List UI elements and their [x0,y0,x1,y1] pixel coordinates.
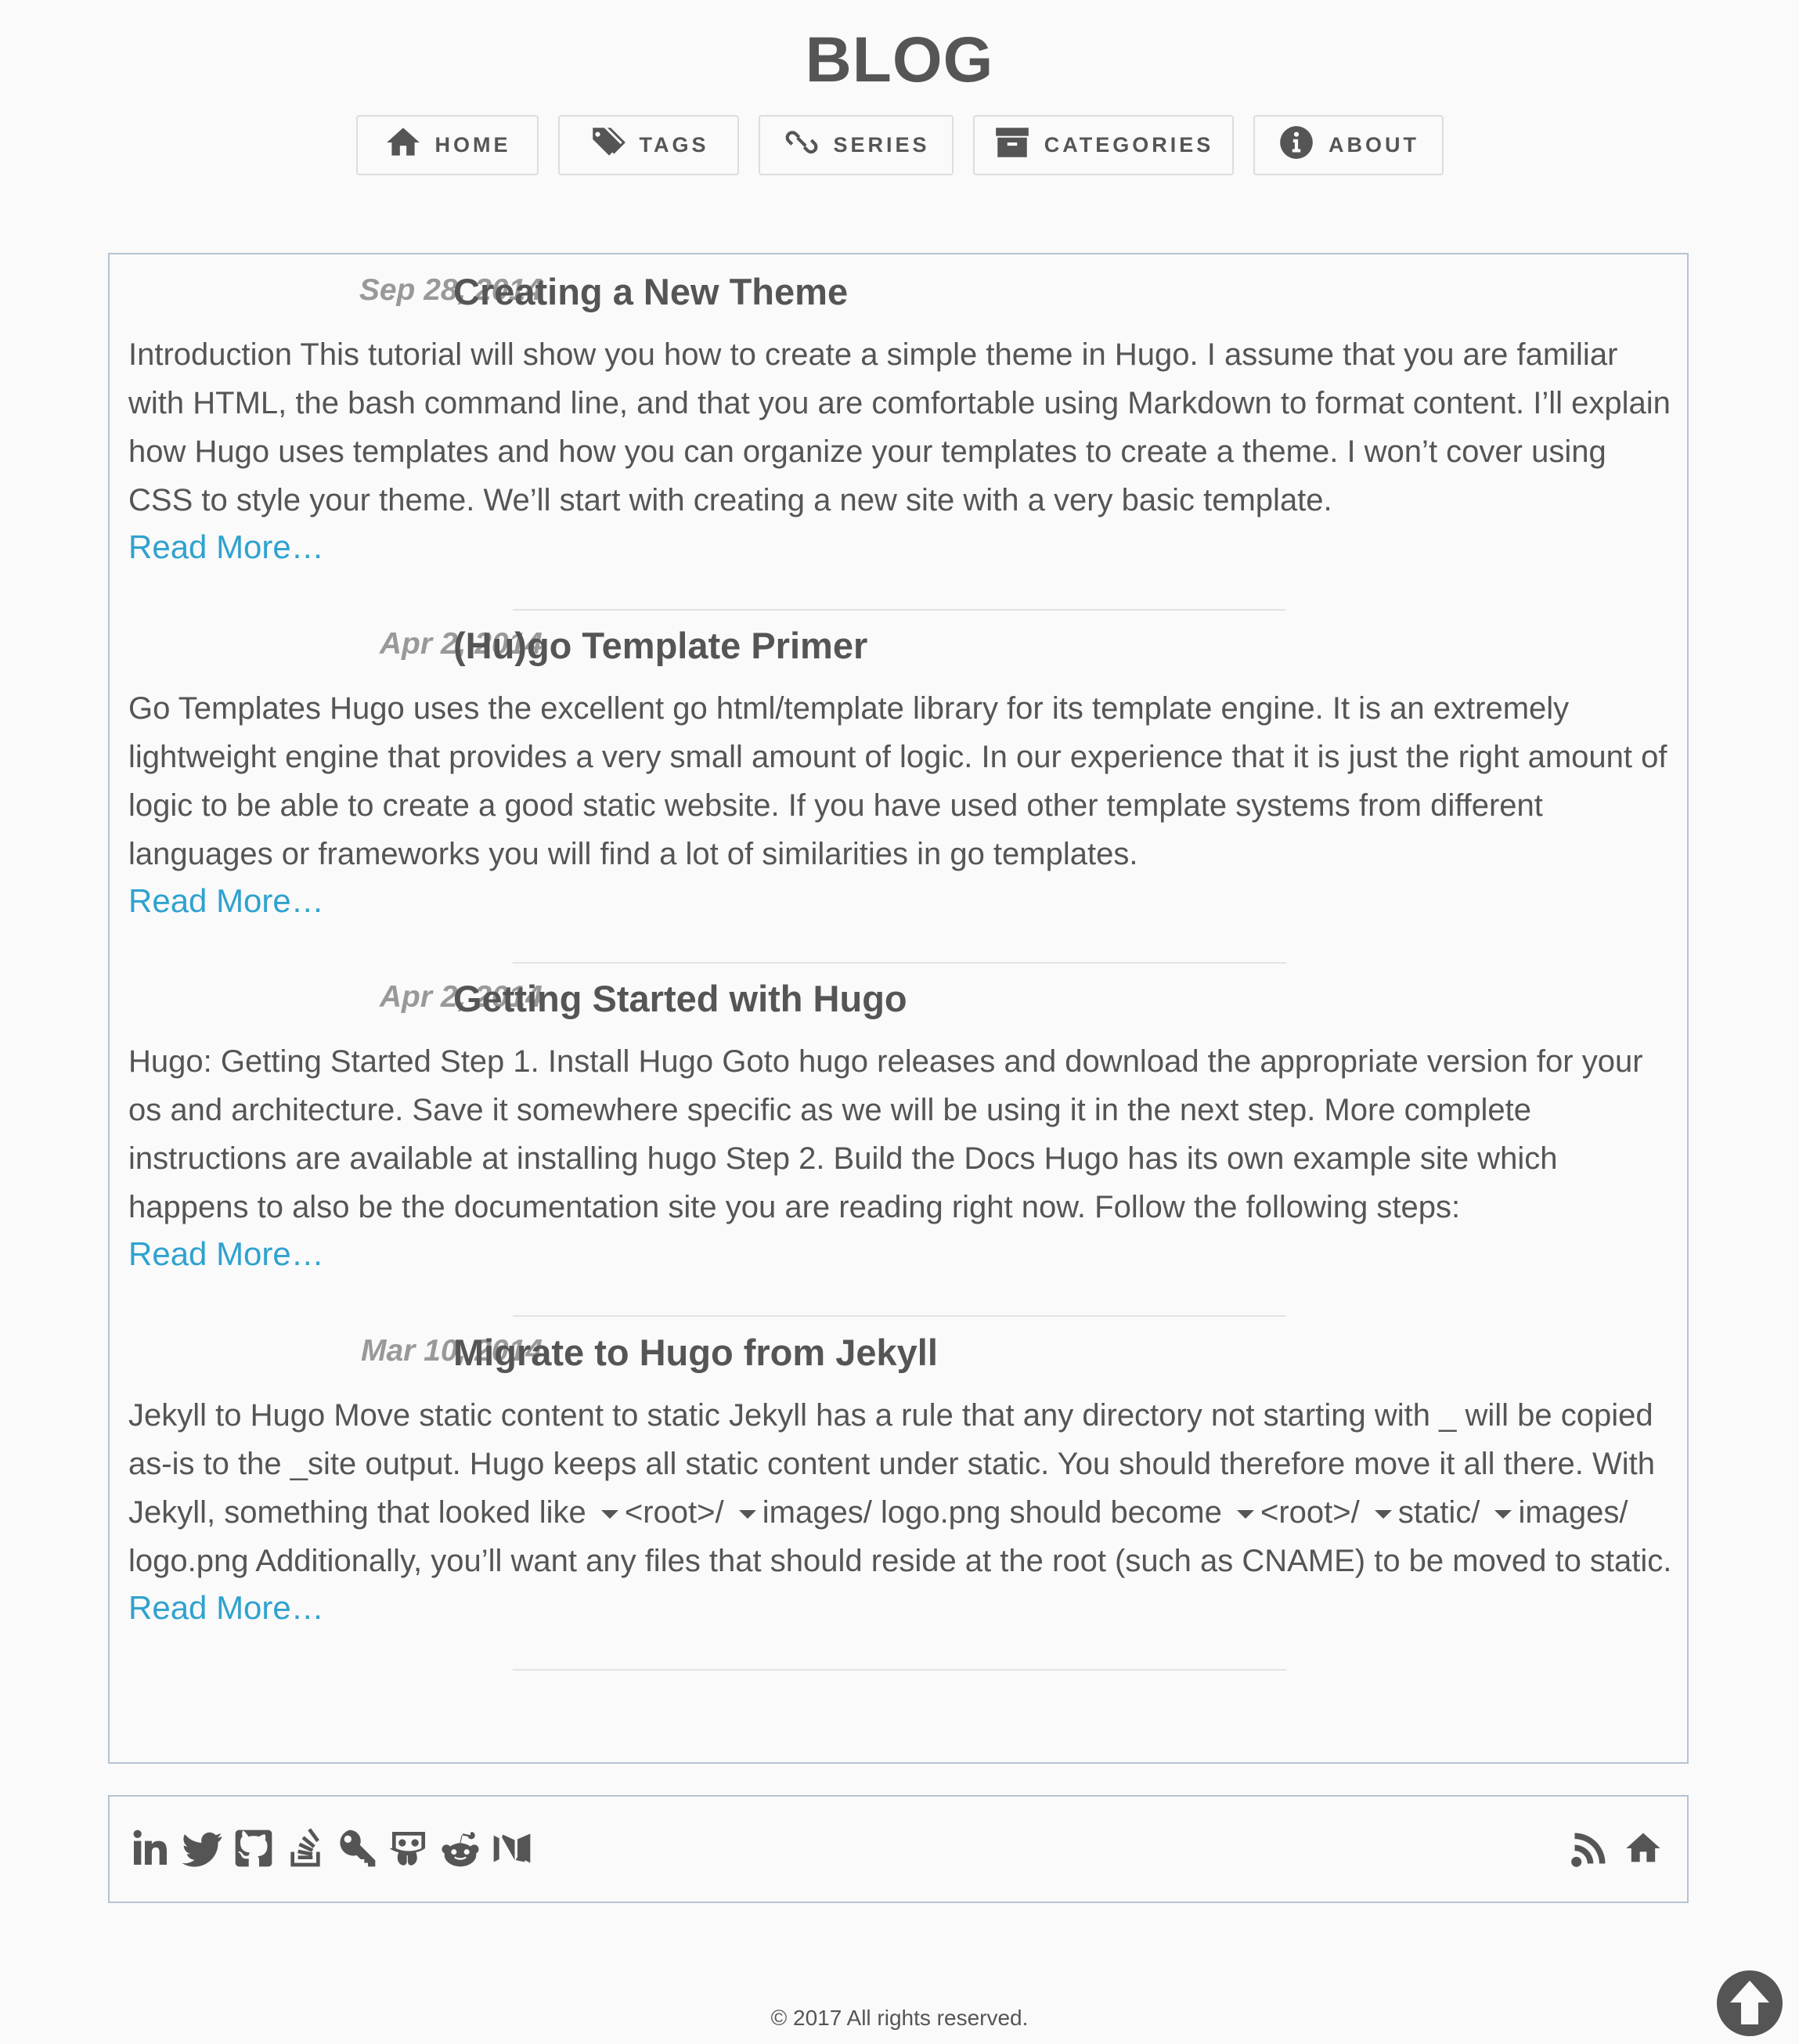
medium-icon[interactable] [490,1826,534,1870]
tags-icon [588,123,627,168]
post-summary: Introduction This tutorial will show you… [128,337,1671,517]
read-more-link[interactable]: Read More… [128,1235,324,1273]
site-title[interactable]: BLOG [0,23,1799,97]
nav-about-button[interactable]: ABOUT [1253,115,1444,175]
github-icon[interactable] [232,1826,276,1870]
nav-tags-button[interactable]: TAGS [557,115,739,175]
footer-right-links [1570,1828,1664,1869]
post-summary: Jekyll to Hugo Move static content to st… [128,1391,1675,1585]
main-nav: HOME TAGS SERIES CATEGORIES ABOUT [0,115,1799,175]
post-divider [513,962,1286,964]
caret-down-icon [1494,1509,1512,1519]
post-header: Mar 10, 2014 Migrate to Hugo from Jekyll [110,1331,1687,1381]
nav-categories-button[interactable]: CATEGORIES [972,115,1234,175]
nav-tags-label: TAGS [639,133,709,157]
read-more-link[interactable]: Read More… [128,528,324,566]
post-header: Apr 2, 2014 Getting Started with Hugo [110,977,1687,1027]
rss-icon[interactable] [1570,1828,1610,1869]
post-header: Sep 28, 2014 Creating a New Theme [110,270,1687,320]
post-summary: Hugo: Getting Started Step 1. Install Hu… [128,1044,1643,1224]
twitter-icon[interactable] [180,1826,224,1870]
caret-down-icon [738,1509,756,1519]
caret-down-icon [1374,1509,1392,1519]
home-icon[interactable] [1623,1828,1664,1869]
post-header: Apr 2, 2014 (Hu)go Template Primer [110,624,1687,674]
slideshare-icon[interactable] [387,1826,431,1870]
stackoverflow-icon[interactable] [283,1826,327,1870]
post-divider [513,1315,1286,1317]
summary-text: <root>/ [1260,1495,1360,1530]
post-title-link[interactable]: Creating a New Theme [453,270,848,313]
read-more-link[interactable]: Read More… [128,1589,324,1627]
social-links [128,1826,534,1870]
nav-home-label: HOME [434,133,511,157]
post-divider [513,609,1286,611]
reddit-icon[interactable] [438,1826,482,1870]
post-list-panel: Sep 28, 2014 Creating a New Theme Introd… [108,253,1689,1764]
nav-series-label: SERIES [833,133,930,157]
linkedin-icon[interactable] [128,1826,172,1870]
post-title-link[interactable]: (Hu)go Template Primer [453,624,867,667]
archive-icon [993,123,1032,168]
summary-text: static/ [1397,1495,1480,1530]
caret-down-icon [1236,1509,1254,1519]
nav-about-label: ABOUT [1329,133,1419,157]
nav-categories-label: CATEGORIES [1044,133,1214,157]
post-title-link[interactable]: Migrate to Hugo from Jekyll [453,1331,938,1374]
home-icon [384,123,423,168]
post-divider [513,1669,1286,1671]
caret-down-icon [600,1509,618,1519]
copyright-text: © 2017 All rights reserved. [770,2006,1029,2030]
read-more-link[interactable]: Read More… [128,882,324,920]
nav-series-button[interactable]: SERIES [758,115,954,175]
summary-text: <root>/ [624,1495,724,1530]
scroll-to-top-button[interactable] [1716,1970,1783,2037]
keybase-icon[interactable] [335,1826,379,1870]
post-title-link[interactable]: Getting Started with Hugo [453,977,907,1020]
arrow-up-circle-icon [1717,1970,1783,2036]
nav-home-button[interactable]: HOME [355,115,539,175]
info-icon [1277,123,1316,168]
link-icon [781,123,820,168]
summary-text: images/ logo.png should become [762,1495,1222,1530]
social-footer [108,1795,1689,1903]
post-summary: Go Templates Hugo uses the excellent go … [128,691,1667,871]
